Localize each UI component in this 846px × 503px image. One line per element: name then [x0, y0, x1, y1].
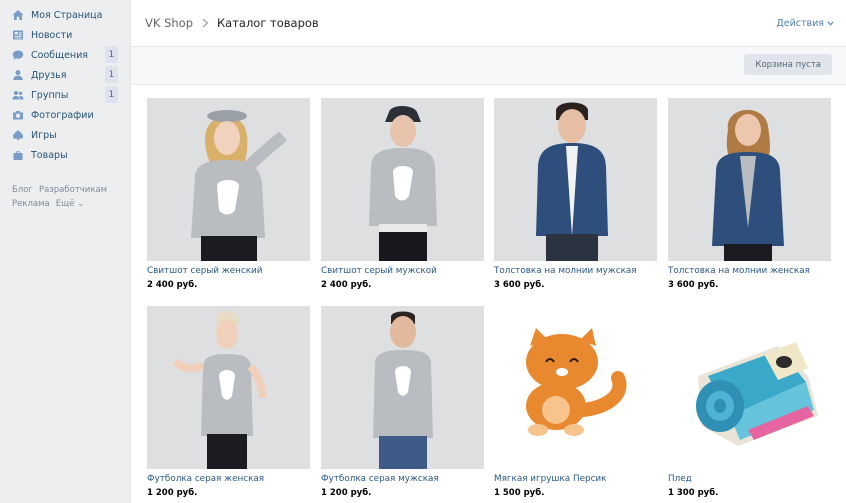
- product-card[interactable]: Мягкая игрушка Персик 1 500 руб.: [494, 306, 657, 498]
- product-card[interactable]: Толстовка на молнии мужская 3 600 руб.: [494, 98, 657, 290]
- friends-count-badge: 1: [105, 66, 118, 83]
- product-price: 1 500 руб.: [494, 488, 545, 498]
- sidebar-item-photos[interactable]: Фотографии: [0, 105, 120, 125]
- sidebar-item-groups[interactable]: Группы 1: [0, 85, 120, 105]
- goods-icon: [11, 149, 24, 162]
- friends-icon: [11, 69, 24, 82]
- product-image: [494, 306, 657, 469]
- home-icon: [11, 9, 24, 22]
- sidebar-item-label: Друзья: [31, 69, 67, 81]
- sidebar-item-label: Новости: [31, 29, 73, 41]
- product-image: [494, 98, 657, 261]
- sidebar-item-label: Моя Страница: [31, 9, 103, 21]
- product-image: [668, 306, 831, 469]
- footer-link-ads[interactable]: Реклама: [12, 199, 50, 209]
- product-price: 1 200 руб.: [321, 488, 372, 498]
- product-card[interactable]: Свитшот серый женский 2 400 руб.: [147, 98, 310, 290]
- footer-link-developers[interactable]: Разработчикам: [39, 185, 107, 195]
- catalog-toolbar: Корзина пуста: [131, 47, 846, 85]
- messages-icon: [11, 49, 24, 62]
- actions-label: Действия: [776, 17, 824, 29]
- product-price: 2 400 руб.: [321, 280, 372, 290]
- sidebar-item-label: Сообщения: [31, 49, 89, 61]
- footer-link-blog[interactable]: Блог: [12, 185, 33, 195]
- photos-icon: [11, 109, 24, 122]
- games-icon: [11, 129, 24, 142]
- product-price: 3 600 руб.: [494, 280, 545, 290]
- product-card[interactable]: Толстовка на молнии женская 3 600 руб.: [668, 98, 831, 290]
- product-image: [147, 306, 310, 469]
- product-title[interactable]: Толстовка на молнии мужская: [494, 266, 657, 276]
- product-image: [321, 98, 484, 261]
- sidebar-item-label: Товары: [31, 149, 68, 161]
- product-image: [668, 98, 831, 261]
- product-title[interactable]: Толстовка на молнии женская: [668, 266, 831, 276]
- sidebar-item-label: Фотографии: [31, 109, 94, 121]
- breadcrumb: VK Shop Каталог товаров Действия: [131, 0, 846, 47]
- left-sidebar: Моя Страница Новости Сообщения 1 Друзья …: [0, 0, 128, 503]
- groups-icon: [11, 89, 24, 102]
- sidebar-footer-links: Блог Разработчикам Реклама Ещё ⌄: [12, 183, 122, 211]
- product-price: 1 200 руб.: [147, 488, 198, 498]
- actions-dropdown[interactable]: Действия: [776, 18, 834, 29]
- sidebar-item-games[interactable]: Игры: [0, 125, 120, 145]
- sidebar-item-news[interactable]: Новости: [0, 25, 120, 45]
- product-price: 2 400 руб.: [147, 280, 198, 290]
- product-card[interactable]: Футболка серая мужская 1 200 руб.: [321, 306, 484, 498]
- footer-link-more[interactable]: Ещё ⌄: [56, 199, 84, 209]
- product-title[interactable]: Мягкая игрушка Персик: [494, 474, 657, 484]
- messages-count-badge: 1: [105, 46, 118, 63]
- chevron-right-icon: [202, 18, 210, 28]
- product-image: [321, 306, 484, 469]
- sidebar-item-messages[interactable]: Сообщения 1: [0, 45, 120, 65]
- sidebar-item-friends[interactable]: Друзья 1: [0, 65, 120, 85]
- product-title[interactable]: Свитшот серый мужской: [321, 266, 484, 276]
- product-title[interactable]: Футболка серая женская: [147, 474, 310, 484]
- product-title[interactable]: Футболка серая мужская: [321, 474, 484, 484]
- sidebar-item-goods[interactable]: Товары: [0, 145, 120, 165]
- chevron-down-icon: [827, 20, 834, 26]
- main-panel: VK Shop Каталог товаров Действия Корзина…: [130, 0, 846, 503]
- groups-count-badge: 1: [105, 86, 118, 103]
- product-title[interactable]: Плед: [668, 474, 831, 484]
- news-icon: [11, 29, 24, 42]
- product-price: 1 300 руб.: [668, 488, 719, 498]
- sidebar-item-label: Игры: [31, 129, 57, 141]
- product-card[interactable]: Футболка серая женская 1 200 руб.: [147, 306, 310, 498]
- breadcrumb-shop-link[interactable]: VK Shop: [145, 16, 193, 30]
- sidebar-item-my-page[interactable]: Моя Страница: [0, 5, 120, 25]
- product-card[interactable]: Плед 1 300 руб.: [668, 306, 831, 498]
- cart-button[interactable]: Корзина пуста: [744, 54, 832, 75]
- page-title: Каталог товаров: [217, 16, 319, 30]
- product-image: [147, 98, 310, 261]
- sidebar-item-label: Группы: [31, 89, 69, 101]
- product-title[interactable]: Свитшот серый женский: [147, 266, 310, 276]
- product-price: 3 600 руб.: [668, 280, 719, 290]
- product-card[interactable]: Свитшот серый мужской 2 400 руб.: [321, 98, 484, 290]
